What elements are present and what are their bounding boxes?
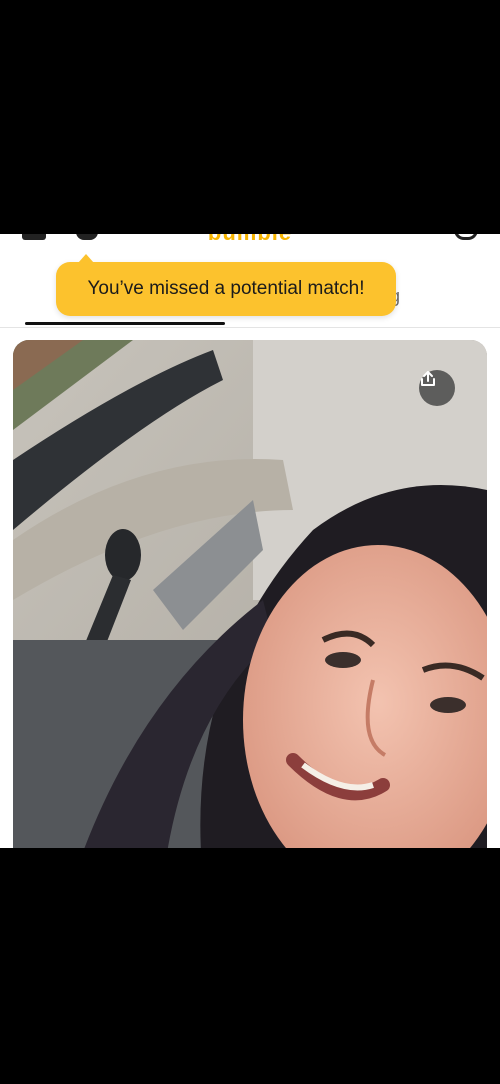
missed-match-tooltip[interactable]: You’ve missed a potential match! xyxy=(56,254,396,316)
app-logo: bumble xyxy=(190,234,310,244)
selfie-photo xyxy=(13,340,487,848)
filter-icon[interactable] xyxy=(454,234,478,240)
app-header: bumble xyxy=(0,234,500,244)
top-letterbox xyxy=(0,0,500,234)
app-screen: bumble ng You’ve missed a potential matc… xyxy=(0,234,500,848)
tooltip-text: You’ve missed a potential match! xyxy=(87,278,365,299)
share-icon xyxy=(421,371,435,386)
active-tab-indicator xyxy=(25,322,225,325)
bottom-letterbox xyxy=(0,848,500,1084)
share-button[interactable] xyxy=(419,370,455,406)
menu-icon[interactable] xyxy=(22,234,46,240)
profile-photo-card[interactable] xyxy=(13,340,487,848)
profile-icon[interactable] xyxy=(76,234,98,240)
